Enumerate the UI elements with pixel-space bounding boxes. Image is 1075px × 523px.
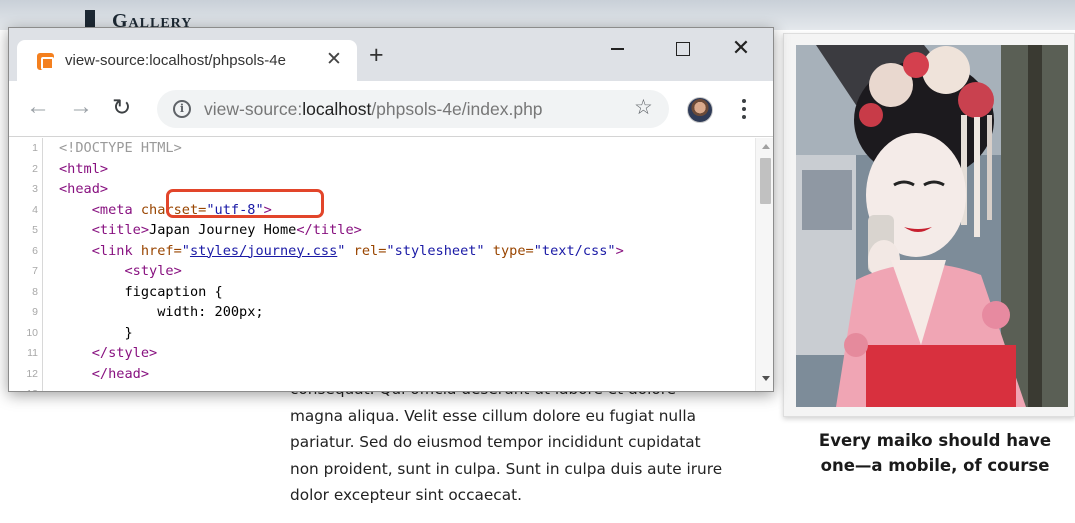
url-host: localhost — [302, 99, 372, 119]
tab-title-fade — [283, 52, 313, 72]
browser-window: view-source:localhost/phpsols-4e ✕ + ✕ ←… — [8, 27, 774, 392]
source-line: 10 } — [9, 322, 755, 343]
css-selector-token: figcaption { — [124, 283, 223, 300]
tag-token: > — [615, 242, 624, 259]
url-text[interactable]: view-source:localhost/phpsols-4e/index.p… — [204, 99, 543, 120]
line-number: 3 — [9, 179, 43, 200]
page-header: Gallery — [0, 0, 1075, 32]
close-tab-icon[interactable]: ✕ — [326, 49, 342, 71]
line-number: 10 — [9, 322, 43, 343]
value-token: "stylesheet" — [386, 242, 485, 259]
url-prefix: view-source: — [204, 99, 303, 119]
line-number: 11 — [9, 343, 43, 364]
paragraph-line: dolor excepteur sint occaecat. — [290, 486, 522, 505]
caption-line: Every maiko should have — [818, 431, 1052, 450]
menu-dot — [742, 107, 746, 111]
new-tab-button[interactable]: + — [369, 42, 384, 68]
kebab-menu-icon[interactable] — [733, 96, 753, 122]
paragraph-line: magna aliqua. Velit esse cillum dolore e… — [290, 406, 696, 425]
tag-token: </style> — [91, 345, 158, 361]
tag-token: <style> — [124, 263, 182, 279]
source-line: 6 <link href="styles/journey.css" rel="s… — [9, 240, 755, 261]
source-line: 8 figcaption { — [9, 281, 755, 302]
source-line: 7 <style> — [9, 261, 755, 282]
line-number: 12 — [9, 363, 43, 384]
line-number: 6 — [9, 240, 43, 261]
attribute-token: href= — [140, 242, 182, 259]
line-number: 7 — [9, 261, 43, 282]
browser-toolbar: ← → ↻ i view-source:localhost/phpsols-4e… — [9, 81, 773, 137]
body-paragraph: consequat. Qui officia deserunt ut labor… — [290, 376, 770, 509]
tag-token: <meta — [91, 201, 141, 218]
value-token: " — [181, 242, 190, 259]
maximize-button[interactable] — [659, 34, 705, 64]
attribute-token: type= — [484, 242, 534, 259]
reload-button[interactable]: ↻ — [112, 94, 131, 120]
minimize-button[interactable] — [594, 34, 640, 64]
source-line: 4 <meta charset="utf-8"> — [9, 199, 755, 220]
tab-title-text: view-source:localhost/phpsols-4e — [65, 52, 286, 69]
browser-tab[interactable]: view-source:localhost/phpsols-4e ✕ — [17, 40, 357, 81]
line-number: 2 — [9, 158, 43, 179]
tab-title: view-source:localhost/phpsols-4e — [65, 52, 313, 72]
text-token: Japan Journey Home — [149, 222, 297, 238]
line-number: 1 — [9, 138, 43, 159]
value-token: "text/css" — [533, 242, 616, 259]
figure-frame — [783, 33, 1075, 417]
figure-caption: Every maiko should have one—a mobile, of… — [795, 428, 1075, 478]
url-path: /phpsols-4e/index.php — [371, 99, 543, 119]
line-number: 13 — [9, 384, 43, 391]
attribute-token: rel= — [345, 242, 387, 259]
maiko-photo-illustration — [796, 45, 1068, 407]
line-number: 5 — [9, 220, 43, 241]
menu-dot — [742, 115, 746, 119]
xampp-icon — [37, 53, 54, 70]
maiko-photo — [796, 45, 1068, 407]
paragraph-line: non proident, sunt in culpa. Sunt in cul… — [290, 459, 723, 478]
source-line: 12 </head> — [9, 363, 755, 384]
scroll-down-arrow-icon[interactable] — [762, 376, 770, 381]
source-line: 11 </style> — [9, 343, 755, 364]
page-source-view[interactable]: 1 <!DOCTYPE HTML> 2 <html> 3 <head> 4 <meta… — [9, 138, 755, 391]
source-line: 5 <title>Japan Journey Home</title> — [9, 220, 755, 241]
tag-token: <head> — [59, 181, 109, 197]
source-line: 2 <html> — [9, 158, 755, 179]
caption-line: one—a mobile, of course — [820, 456, 1050, 475]
css-brace-token: } — [124, 324, 133, 341]
back-button[interactable]: ← — [26, 94, 50, 120]
title-bar: view-source:localhost/phpsols-4e ✕ + ✕ — [9, 28, 773, 81]
tag-token: </head> — [91, 365, 150, 382]
bookmark-star-icon[interactable]: ☆ — [634, 96, 653, 120]
source-line: 3 <head> — [9, 179, 755, 200]
close-window-button[interactable]: ✕ — [718, 34, 764, 64]
scrollbar-thumb[interactable] — [760, 158, 771, 204]
line-number: 4 — [9, 199, 43, 220]
tag-token: <html> — [59, 160, 109, 177]
source-line: 13 — [9, 384, 755, 391]
highlight-annotation — [166, 189, 324, 218]
paragraph-line: pariatur. Sed do eiusmod tempor incididu… — [290, 433, 701, 452]
source-line: 1 <!DOCTYPE HTML> — [9, 138, 755, 159]
stylesheet-link[interactable]: styles/journey.css — [190, 243, 337, 259]
line-number: 9 — [9, 302, 43, 323]
css-declaration-token: width: 200px; — [157, 304, 264, 320]
address-bar[interactable]: i view-source:localhost/phpsols-4e/index… — [157, 90, 669, 128]
tag-token: </title> — [296, 222, 362, 238]
menu-dot — [742, 99, 746, 103]
scroll-up-arrow-icon[interactable] — [762, 144, 770, 149]
tag-token: <title> — [91, 222, 150, 238]
doctype-token: <!DOCTYPE HTML> — [59, 140, 182, 156]
line-number: 8 — [9, 281, 43, 302]
source-line: 9 width: 200px; — [9, 302, 755, 323]
forward-button[interactable]: → — [69, 94, 93, 120]
site-info-icon[interactable]: i — [173, 100, 191, 118]
profile-avatar[interactable] — [687, 97, 713, 123]
vertical-scrollbar[interactable] — [755, 138, 773, 391]
tag-token: <link — [91, 242, 141, 259]
